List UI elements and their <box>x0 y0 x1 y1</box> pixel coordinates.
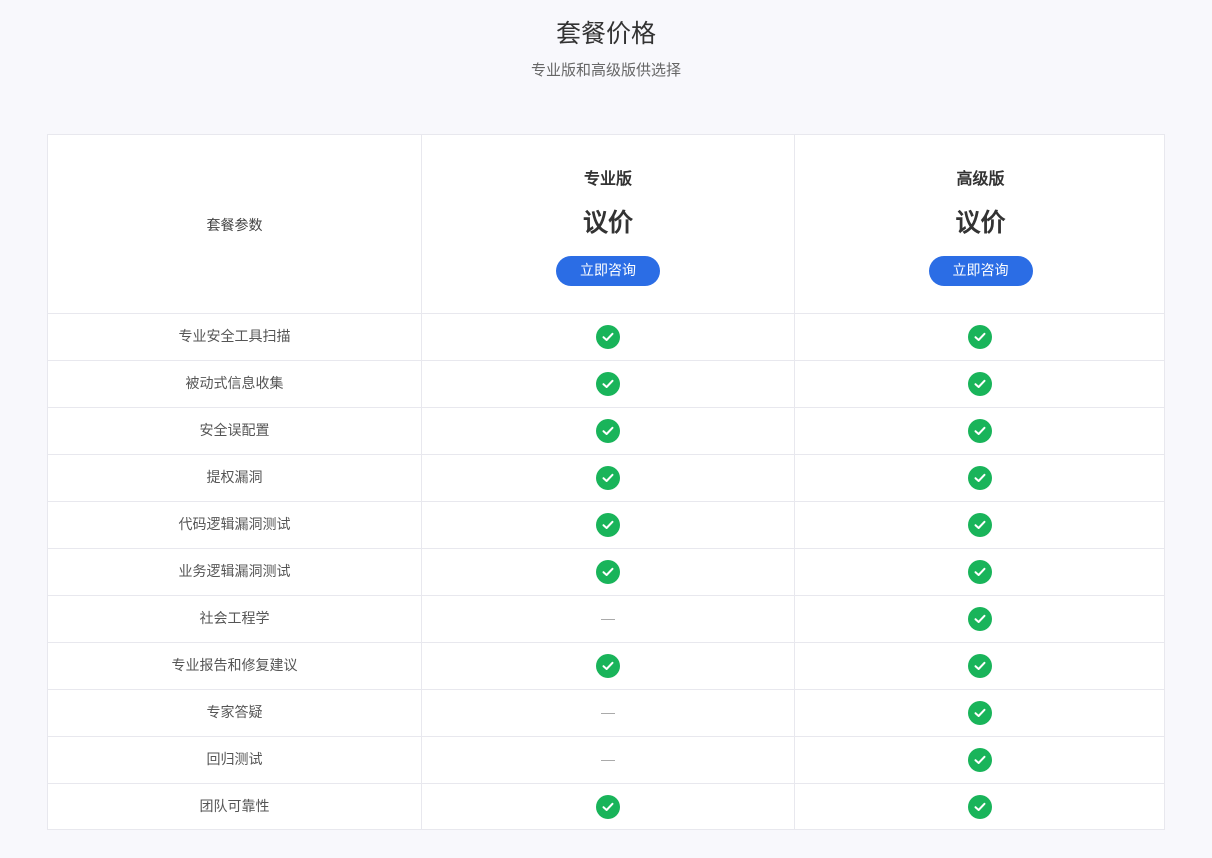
feature-cell-pro <box>421 455 794 501</box>
feature-cell-adv <box>794 549 1164 595</box>
param-header-label: 套餐参数 <box>206 218 263 234</box>
check-circle-icon <box>967 372 992 396</box>
feature-row: 专业安全工具扫描 <box>48 314 1164 361</box>
check-circle-icon <box>967 701 992 725</box>
feature-cell-adv <box>794 690 1164 736</box>
feature-row: 被动式信息收集 <box>48 361 1164 408</box>
feature-cell-pro <box>421 549 794 595</box>
check-circle-icon <box>967 795 992 819</box>
feature-cell-adv <box>794 361 1164 407</box>
check-circle-icon <box>596 795 620 819</box>
feature-label: 专业安全工具扫描 <box>178 329 291 345</box>
feature-rows: 专业安全工具扫描 被动式信息收集 安全误配置提权漏洞代码逻辑漏洞测试 业务逻辑漏洞测试… <box>48 314 1164 831</box>
feature-cell-adv <box>794 502 1164 548</box>
check-circle-icon <box>596 372 620 396</box>
feature-row: 专家答疑 <box>48 690 1164 737</box>
feature-cell-pro <box>421 408 794 454</box>
feature-cell-adv <box>794 596 1164 642</box>
feature-row: 安全误配置 <box>48 408 1164 455</box>
feature-label: 业务逻辑漏洞测试 <box>178 564 291 580</box>
check-circle-icon <box>596 325 620 349</box>
plan-advanced-header: 高级版 议价 立即咨询 <box>794 135 1166 313</box>
plan-name: 高级版 <box>956 169 1005 188</box>
feature-label: 安全误配置 <box>199 423 270 439</box>
plan-name: 专业版 <box>583 169 632 188</box>
check-circle-icon <box>596 419 620 443</box>
feature-label: 专家答疑 <box>206 705 263 721</box>
dash-icon <box>601 712 615 714</box>
feature-cell-pro <box>421 596 794 642</box>
check-circle-icon <box>596 513 620 537</box>
feature-row: 业务逻辑漏洞测试 <box>48 549 1164 596</box>
check-circle-icon <box>967 419 992 443</box>
check-circle-icon <box>596 654 620 678</box>
feature-label: 被动式信息收集 <box>185 376 284 392</box>
feature-cell-adv <box>794 737 1164 783</box>
feature-row: 专业报告和修复建议 <box>48 643 1164 690</box>
feature-label: 专业报告和修复建议 <box>171 658 298 674</box>
feature-cell-pro <box>421 502 794 548</box>
page-title: 套餐价格 <box>555 19 656 48</box>
check-circle-icon <box>596 466 620 490</box>
dash-icon <box>601 759 615 761</box>
pricing-table: 套餐参数 专业版 议价 立即咨询 高级版 议价 立即咨询 专业安全工具扫描 被动式… <box>47 134 1165 830</box>
check-circle-icon <box>596 560 620 584</box>
feature-row: 团队可靠性 <box>48 784 1164 831</box>
check-circle-icon <box>967 513 992 537</box>
feature-cell-adv <box>794 314 1164 360</box>
param-header-cell: 套餐参数 <box>48 135 421 313</box>
dash-icon <box>601 618 615 620</box>
feature-row: 代码逻辑漏洞测试 <box>48 502 1164 549</box>
feature-label: 社会工程学 <box>199 611 270 627</box>
feature-cell-pro <box>421 784 794 830</box>
feature-cell-pro <box>421 314 794 360</box>
feature-cell-adv <box>794 455 1164 501</box>
feature-label: 团队可靠性 <box>199 799 270 815</box>
pricing-header-row: 套餐参数 专业版 议价 立即咨询 高级版 议价 立即咨询 <box>48 135 1164 314</box>
check-circle-icon <box>967 748 992 772</box>
feature-label: 回归测试 <box>206 752 263 768</box>
feature-row: 提权漏洞 <box>48 455 1164 502</box>
plan-pro-header: 专业版 议价 立即咨询 <box>421 135 794 313</box>
consult-button-pro[interactable]: 立即咨询 <box>556 256 660 286</box>
feature-cell-adv <box>794 784 1164 830</box>
feature-label: 提权漏洞 <box>206 470 263 486</box>
feature-cell-pro <box>421 361 794 407</box>
feature-cell-pro <box>421 737 794 783</box>
plan-price: 议价 <box>582 208 633 237</box>
consult-button-advanced[interactable]: 立即咨询 <box>928 256 1033 286</box>
feature-cell-pro <box>421 643 794 689</box>
page-subtitle: 专业版和高级版供选择 <box>530 61 681 79</box>
feature-cell-adv <box>794 643 1164 689</box>
feature-cell-pro <box>421 690 794 736</box>
check-circle-icon <box>967 607 992 631</box>
check-circle-icon <box>967 654 992 678</box>
feature-row: 社会工程学 <box>48 596 1164 643</box>
feature-label: 代码逻辑漏洞测试 <box>178 517 291 533</box>
check-circle-icon <box>967 560 992 584</box>
feature-row: 回归测试 <box>48 737 1164 784</box>
check-circle-icon <box>967 325 992 349</box>
feature-cell-adv <box>794 408 1164 454</box>
check-circle-icon <box>967 466 992 490</box>
plan-price: 议价 <box>955 208 1006 237</box>
